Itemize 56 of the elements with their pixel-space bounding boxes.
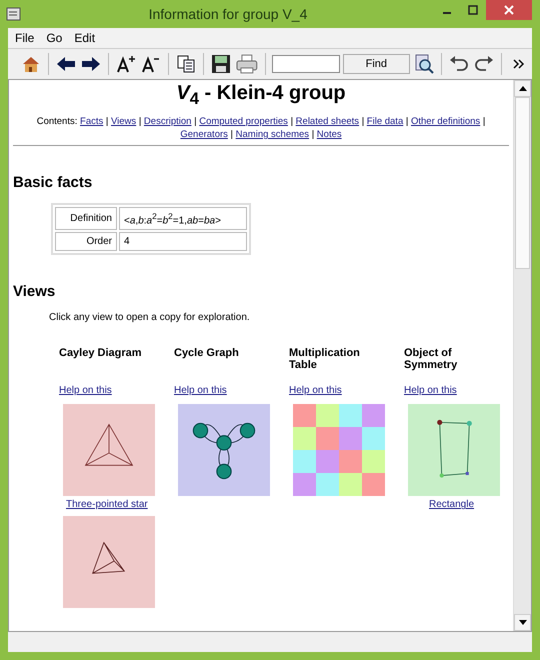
- view-title: Cayley Diagram: [59, 347, 143, 362]
- separator-text: |: [290, 116, 294, 127]
- view-caption-link[interactable]: Rectangle: [429, 499, 474, 510]
- separator-text: |: [312, 129, 314, 140]
- contents-link[interactable]: Related sheets: [296, 116, 360, 127]
- save-button[interactable]: [210, 52, 232, 76]
- separator-text: |: [230, 129, 234, 140]
- table-cell: <a,b:a$^{2}$=b$^{2}$=1,ab=ba>: [119, 207, 247, 230]
- table-cell: 4: [119, 232, 247, 252]
- contents-link[interactable]: Computed properties: [199, 116, 288, 127]
- contents-link[interactable]: Description: [144, 116, 192, 127]
- help-link[interactable]: Help on this: [174, 385, 227, 396]
- separator-text: |: [406, 116, 408, 127]
- contents-link[interactable]: Generators: [180, 129, 228, 140]
- view-title: Cycle Graph: [174, 347, 240, 362]
- close-button[interactable]: [486, 0, 532, 20]
- scrollbar[interactable]: [513, 80, 531, 631]
- section-heading: Views: [13, 283, 56, 300]
- separator-text: |: [106, 116, 108, 127]
- views-intro: Click any view to open a copy for exploration.: [49, 312, 251, 324]
- maximize-icon[interactable]: [468, 5, 478, 15]
- contents-link[interactable]: Other definitions: [410, 116, 480, 127]
- page-title: V$_{4}$ - Klein-4 group: [175, 82, 347, 109]
- help-link[interactable]: Help on this: [59, 385, 112, 396]
- menu-item[interactable]: File: [10, 31, 40, 45]
- contents-link[interactable]: Notes: [316, 129, 342, 140]
- table-cell: Order: [55, 232, 117, 252]
- separator-text: |: [482, 116, 486, 127]
- table-cell: Definition: [55, 207, 117, 230]
- contents-link[interactable]: File data: [366, 116, 404, 127]
- view-caption-link[interactable]: Three-pointed star: [66, 499, 148, 510]
- find-button[interactable]: Find: [342, 54, 410, 74]
- contents-label: Contents:: [36, 116, 78, 127]
- scroll-up-icon[interactable]: [514, 80, 531, 97]
- contents-link[interactable]: Naming schemes: [236, 129, 310, 140]
- close-icon[interactable]: [504, 5, 514, 15]
- app-icon: [6, 6, 22, 22]
- help-link[interactable]: Help on this: [404, 385, 457, 396]
- separator-text: |: [362, 116, 364, 127]
- window-title: Information for group V_4: [148, 6, 308, 22]
- cycle-graph-drawing[interactable]: [178, 404, 270, 496]
- section-heading: Basic facts: [13, 174, 94, 191]
- search-icon[interactable]: [413, 52, 435, 76]
- menu-item[interactable]: Go: [41, 31, 68, 45]
- search-field[interactable]: [272, 55, 340, 73]
- contents-link[interactable]: Facts: [80, 116, 104, 127]
- scroll-down-icon[interactable]: [514, 614, 531, 631]
- print-button[interactable]: [234, 52, 259, 76]
- scroll-thumb[interactable]: [515, 97, 530, 269]
- view-title: Object of Symmetry: [404, 347, 458, 374]
- help-link[interactable]: Help on this: [289, 385, 342, 396]
- view-title: Multiplication Table: [289, 347, 361, 374]
- separator-text: |: [138, 116, 142, 127]
- separator-text: |: [194, 116, 197, 127]
- contents-link[interactable]: Views: [111, 116, 136, 127]
- menu-item[interactable]: Edit: [69, 31, 100, 45]
